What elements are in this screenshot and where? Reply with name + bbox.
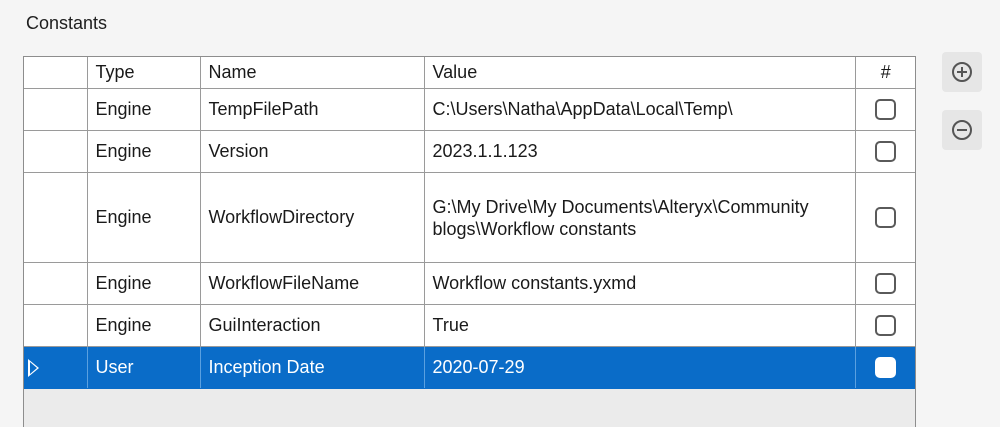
cell-type[interactable]: Engine (86, 172, 201, 263)
cell-value[interactable]: True (423, 304, 856, 347)
cell-value[interactable]: G:\My Drive\My Documents\Alteryx\Communi… (423, 172, 856, 263)
row-selector-header (24, 57, 88, 89)
cell-name[interactable]: Inception Date (199, 346, 425, 389)
cell-value[interactable]: C:\Users\Natha\AppData\Local\Temp\ (423, 88, 856, 131)
column-header-value[interactable]: Value (423, 57, 856, 89)
cell-name[interactable]: WorkflowDirectory (199, 172, 425, 263)
cell-name[interactable]: Version (199, 130, 425, 173)
panel-title: Constants (26, 13, 108, 33)
table-row[interactable]: Engine WorkflowDirectory G:\My Drive\My … (24, 172, 915, 263)
column-header-numeric[interactable]: # (854, 57, 915, 89)
row-selector[interactable] (24, 130, 88, 173)
cell-value[interactable]: Workflow constants.yxmd (423, 262, 856, 305)
row-selector[interactable] (24, 88, 88, 131)
cell-name[interactable]: TempFilePath (199, 88, 425, 131)
cell-name[interactable]: GuiInteraction (199, 304, 425, 347)
cell-type[interactable]: Engine (86, 130, 201, 173)
cell-value[interactable]: 2020-07-29 (423, 346, 856, 389)
cell-numeric (854, 262, 915, 305)
header-row: Type Name Value # (24, 57, 915, 89)
remove-constant-button[interactable] (942, 110, 982, 150)
cell-numeric (854, 130, 915, 173)
cell-numeric (854, 172, 915, 263)
numeric-checkbox[interactable] (875, 99, 897, 121)
table-row[interactable]: Engine TempFilePath C:\Users\Natha\AppDa… (24, 88, 915, 131)
cell-type[interactable]: User (86, 346, 201, 389)
cell-type[interactable]: Engine (86, 88, 201, 131)
cell-value[interactable]: 2023.1.1.123 (423, 130, 856, 173)
cell-name[interactable]: WorkflowFileName (199, 262, 425, 305)
numeric-checkbox[interactable] (875, 141, 897, 163)
row-selector[interactable] (24, 304, 88, 347)
numeric-checkbox[interactable] (875, 357, 897, 379)
constants-grid: Type Name Value # Engine TempFilePath C:… (23, 56, 916, 427)
numeric-checkbox[interactable] (875, 315, 897, 337)
row-selector[interactable] (24, 346, 88, 389)
current-row-arrow-icon (28, 358, 39, 377)
plus-circle-icon (952, 62, 972, 82)
table-row-selected[interactable]: User Inception Date 2020-07-29 (24, 346, 915, 389)
column-header-name[interactable]: Name (199, 57, 425, 89)
add-constant-button[interactable] (942, 52, 982, 92)
column-header-type[interactable]: Type (86, 57, 201, 89)
minus-circle-icon (952, 120, 972, 140)
numeric-checkbox[interactable] (875, 273, 897, 295)
cell-type[interactable]: Engine (86, 304, 201, 347)
cell-type[interactable]: Engine (86, 262, 201, 305)
row-selector[interactable] (24, 262, 88, 305)
table-row[interactable]: Engine Version 2023.1.1.123 (24, 130, 915, 173)
constants-table: Type Name Value # Engine TempFilePath C:… (24, 57, 915, 389)
table-row[interactable]: Engine GuiInteraction True (24, 304, 915, 347)
cell-numeric (854, 88, 915, 131)
row-selector[interactable] (24, 172, 88, 263)
cell-numeric (854, 346, 915, 389)
cell-numeric (854, 304, 915, 347)
table-row[interactable]: Engine WorkflowFileName Workflow constan… (24, 262, 915, 305)
numeric-checkbox[interactable] (875, 207, 897, 229)
